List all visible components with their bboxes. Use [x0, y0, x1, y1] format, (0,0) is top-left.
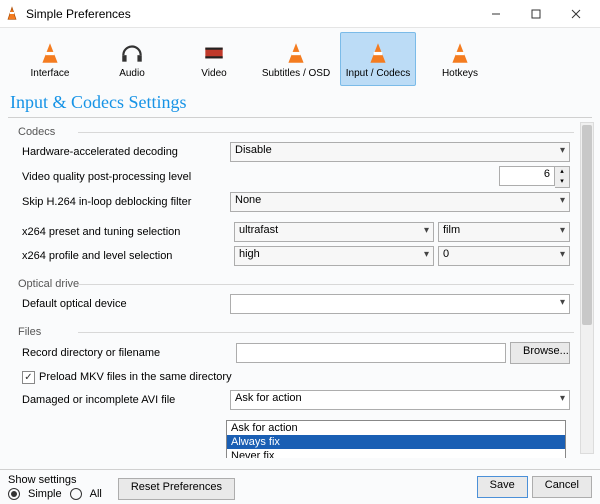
footer: Show settings Simple All Reset Preferenc…: [0, 469, 600, 504]
skip-filter-select[interactable]: None: [230, 192, 570, 212]
preload-row: ✓ Preload MKV files in the same director…: [8, 366, 574, 388]
tab-label: Interface: [31, 68, 70, 79]
preload-checkbox[interactable]: ✓ Preload MKV files in the same director…: [22, 371, 232, 384]
optical-select[interactable]: [230, 294, 570, 314]
cancel-button[interactable]: Cancel: [532, 476, 592, 498]
hw-decoding-label: Hardware-accelerated decoding: [22, 146, 178, 158]
avi-label: Damaged or incomplete AVI file: [22, 394, 175, 406]
skip-filter-label: Skip H.264 in-loop deblocking filter: [22, 196, 191, 208]
files-legend: Files: [8, 320, 574, 340]
avi-option[interactable]: Never fix: [227, 449, 565, 458]
browse-button[interactable]: Browse...: [510, 342, 570, 364]
x264-preset-row: x264 preset and tuning selection ultrafa…: [8, 220, 574, 244]
radio-all[interactable]: [70, 488, 82, 500]
postproc-row: Video quality post-processing level 6 ▴▾: [8, 164, 574, 190]
hw-decoding-row: Hardware-accelerated decoding Disable: [8, 140, 574, 164]
x264-tuning-select[interactable]: film: [438, 222, 570, 242]
close-button[interactable]: [556, 0, 596, 28]
tab-hotkeys[interactable]: Hotkeys: [422, 32, 498, 86]
cone-icon: [365, 40, 391, 66]
tab-label: Hotkeys: [442, 68, 478, 79]
titlebar: Simple Preferences: [0, 0, 600, 28]
tab-interface[interactable]: Interface: [12, 32, 88, 86]
avi-option[interactable]: Ask for action: [227, 421, 565, 435]
headphones-icon: [119, 40, 145, 66]
category-tabs: Interface Audio Video Subtitles / OSD In…: [0, 28, 600, 86]
divider: [8, 117, 592, 118]
reset-button[interactable]: Reset Preferences: [118, 478, 235, 500]
settings-scroll-area: Codecs Hardware-accelerated decoding Dis…: [0, 120, 600, 458]
app-icon: [4, 6, 20, 22]
record-input[interactable]: [236, 343, 506, 363]
show-settings-label: Show settings: [8, 474, 102, 486]
record-row: Record directory or filename Browse...: [8, 340, 574, 366]
tab-subtitles[interactable]: Subtitles / OSD: [258, 32, 334, 86]
x264-level-select[interactable]: 0: [438, 246, 570, 266]
window-title: Simple Preferences: [26, 7, 476, 21]
postproc-label: Video quality post-processing level: [22, 171, 191, 183]
tab-video[interactable]: Video: [176, 32, 252, 86]
save-button[interactable]: Save: [477, 476, 528, 498]
skip-filter-row: Skip H.264 in-loop deblocking filter Non…: [8, 190, 574, 214]
minimize-button[interactable]: [476, 0, 516, 28]
maximize-button[interactable]: [516, 0, 556, 28]
cone-icon: [447, 40, 473, 66]
spin-up[interactable]: ▴: [555, 167, 569, 177]
optical-legend: Optical drive: [8, 272, 574, 292]
avi-row: Damaged or incomplete AVI file Ask for a…: [8, 388, 574, 412]
hw-decoding-select[interactable]: Disable: [230, 142, 570, 162]
optical-row: Default optical device: [8, 292, 574, 316]
x264-preset-select[interactable]: ultrafast: [234, 222, 434, 242]
film-icon: [201, 40, 227, 66]
scrollbar[interactable]: [580, 122, 594, 454]
radio-simple-label: Simple: [28, 488, 62, 500]
tab-label: Input / Codecs: [346, 68, 410, 79]
preload-label: Preload MKV files in the same directory: [39, 371, 232, 383]
optical-label: Default optical device: [22, 298, 127, 310]
x264-profile-select[interactable]: high: [234, 246, 434, 266]
codecs-legend: Codecs: [8, 120, 574, 140]
postproc-spin[interactable]: 6 ▴▾: [499, 166, 570, 188]
spin-down[interactable]: ▾: [555, 177, 569, 187]
cone-icon: [37, 40, 63, 66]
radio-all-label: All: [90, 488, 102, 500]
tab-label: Subtitles / OSD: [262, 68, 330, 79]
avi-select[interactable]: Ask for action: [230, 390, 570, 410]
record-label: Record directory or filename: [22, 347, 160, 359]
section-title: Input & Codecs Settings: [0, 86, 600, 117]
tab-label: Audio: [119, 68, 145, 79]
x264-profile-row: x264 profile and level selection high 0: [8, 244, 574, 268]
avi-option[interactable]: Always fix: [227, 435, 565, 449]
x264-profile-label: x264 profile and level selection: [22, 250, 172, 262]
tab-label: Video: [201, 68, 226, 79]
tab-audio[interactable]: Audio: [94, 32, 170, 86]
tab-input-codecs[interactable]: Input / Codecs: [340, 32, 416, 86]
scrollbar-thumb[interactable]: [582, 125, 592, 325]
check-icon: ✓: [22, 371, 35, 384]
cone-icon: [283, 40, 309, 66]
postproc-input[interactable]: 6: [499, 166, 555, 186]
radio-simple[interactable]: [8, 488, 20, 500]
avi-dropdown-list[interactable]: Ask for action Always fix Never fix Fix …: [226, 420, 566, 458]
x264-preset-label: x264 preset and tuning selection: [22, 226, 180, 238]
